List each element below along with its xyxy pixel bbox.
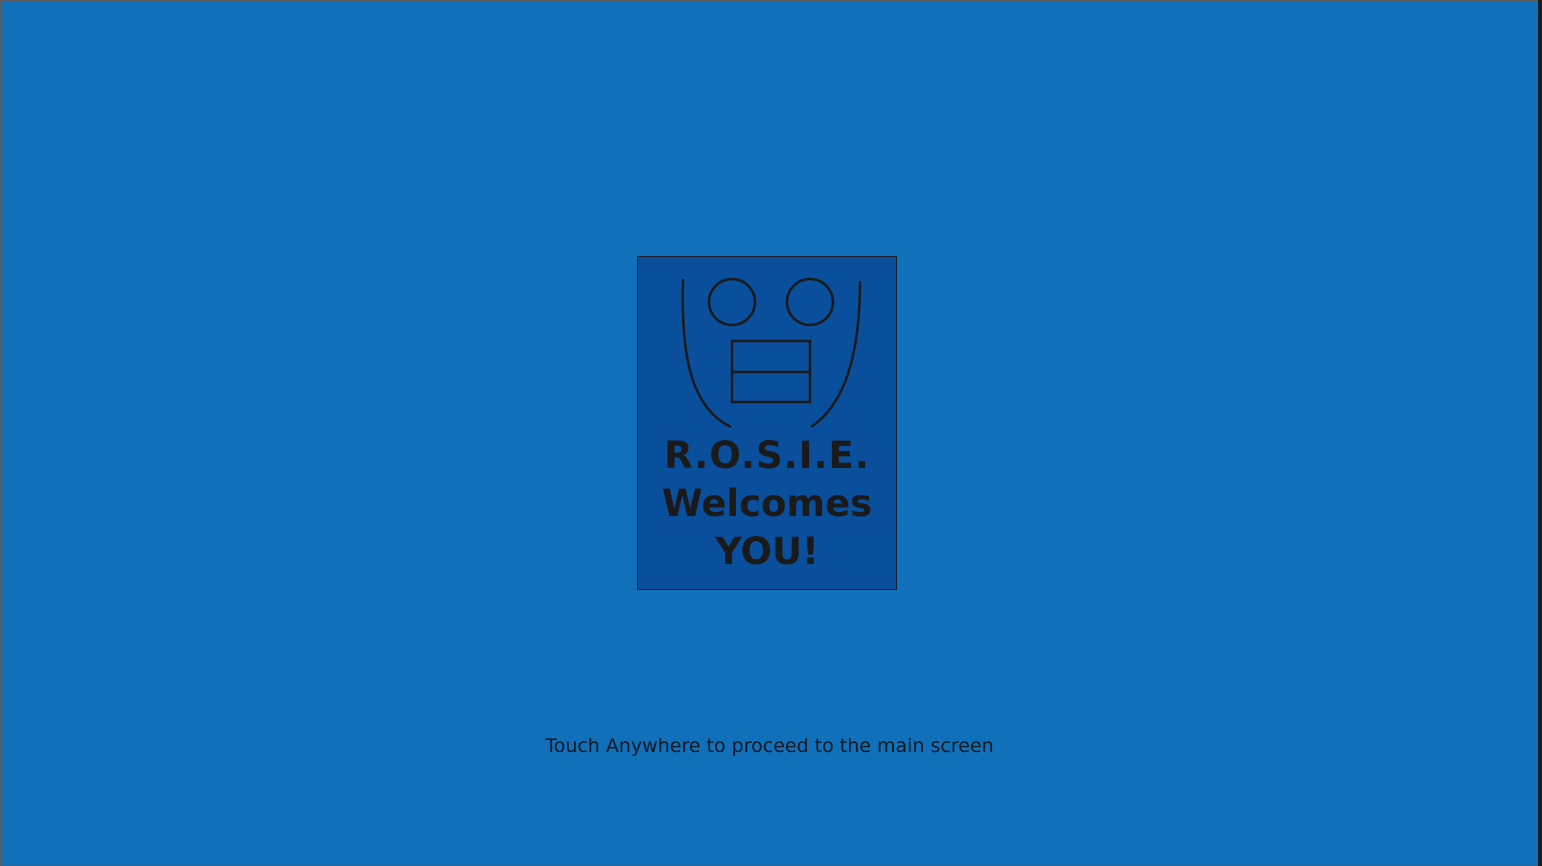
welcome-line-2: Welcomes [661,482,873,525]
robot-face-icon [681,277,862,429]
window-edge [1538,0,1542,866]
welcome-message: R.O.S.I.E. Welcomes YOU! [638,432,896,576]
touch-hint: Touch Anywhere to proceed to the main sc… [545,735,994,757]
welcome-title: R.O.S.I.E. [664,434,870,477]
splash-screen[interactable]: R.O.S.I.E. Welcomes YOU! Touch Anywhere … [1,1,1538,865]
welcome-line-3: YOU! [715,530,819,573]
welcome-card: R.O.S.I.E. Welcomes YOU! [637,256,897,590]
